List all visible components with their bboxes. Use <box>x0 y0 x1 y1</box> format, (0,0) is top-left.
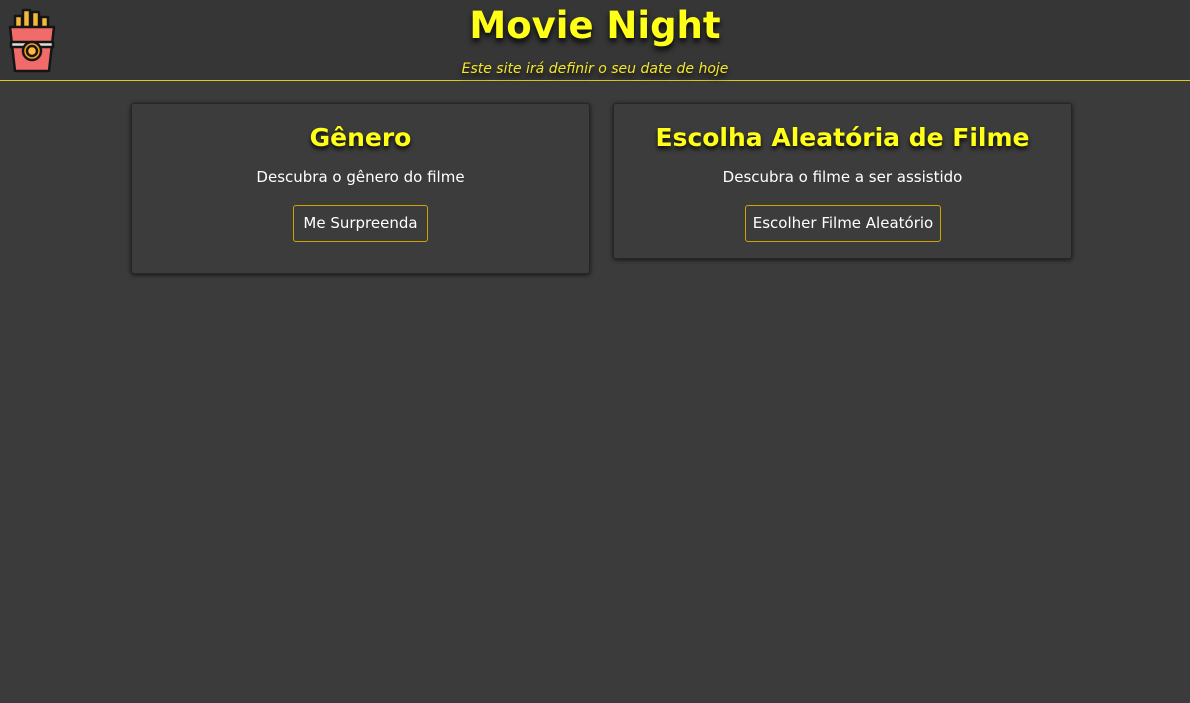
random-movie-card: Escolha Aleatória de Filme Descubra o fi… <box>613 103 1072 259</box>
random-movie-card-title: Escolha Aleatória de Filme <box>655 123 1030 152</box>
genre-card: Gênero Descubra o gênero do filme Me Sur… <box>131 103 590 274</box>
page-title: Movie Night <box>469 4 721 47</box>
random-movie-card-description: Descubra o filme a ser assistido <box>722 168 963 186</box>
genre-card-title: Gênero <box>309 123 412 152</box>
choose-random-movie-button[interactable]: Escolher Filme Aleatório <box>745 205 941 242</box>
genre-card-description: Descubra o gênero do filme <box>256 168 465 186</box>
page-subtitle: Este site irá definir o seu date de hoje <box>461 61 729 77</box>
surprise-me-button[interactable]: Me Surpreenda <box>293 205 428 242</box>
site-header: Movie Night Este site irá definir o seu … <box>0 0 1190 81</box>
